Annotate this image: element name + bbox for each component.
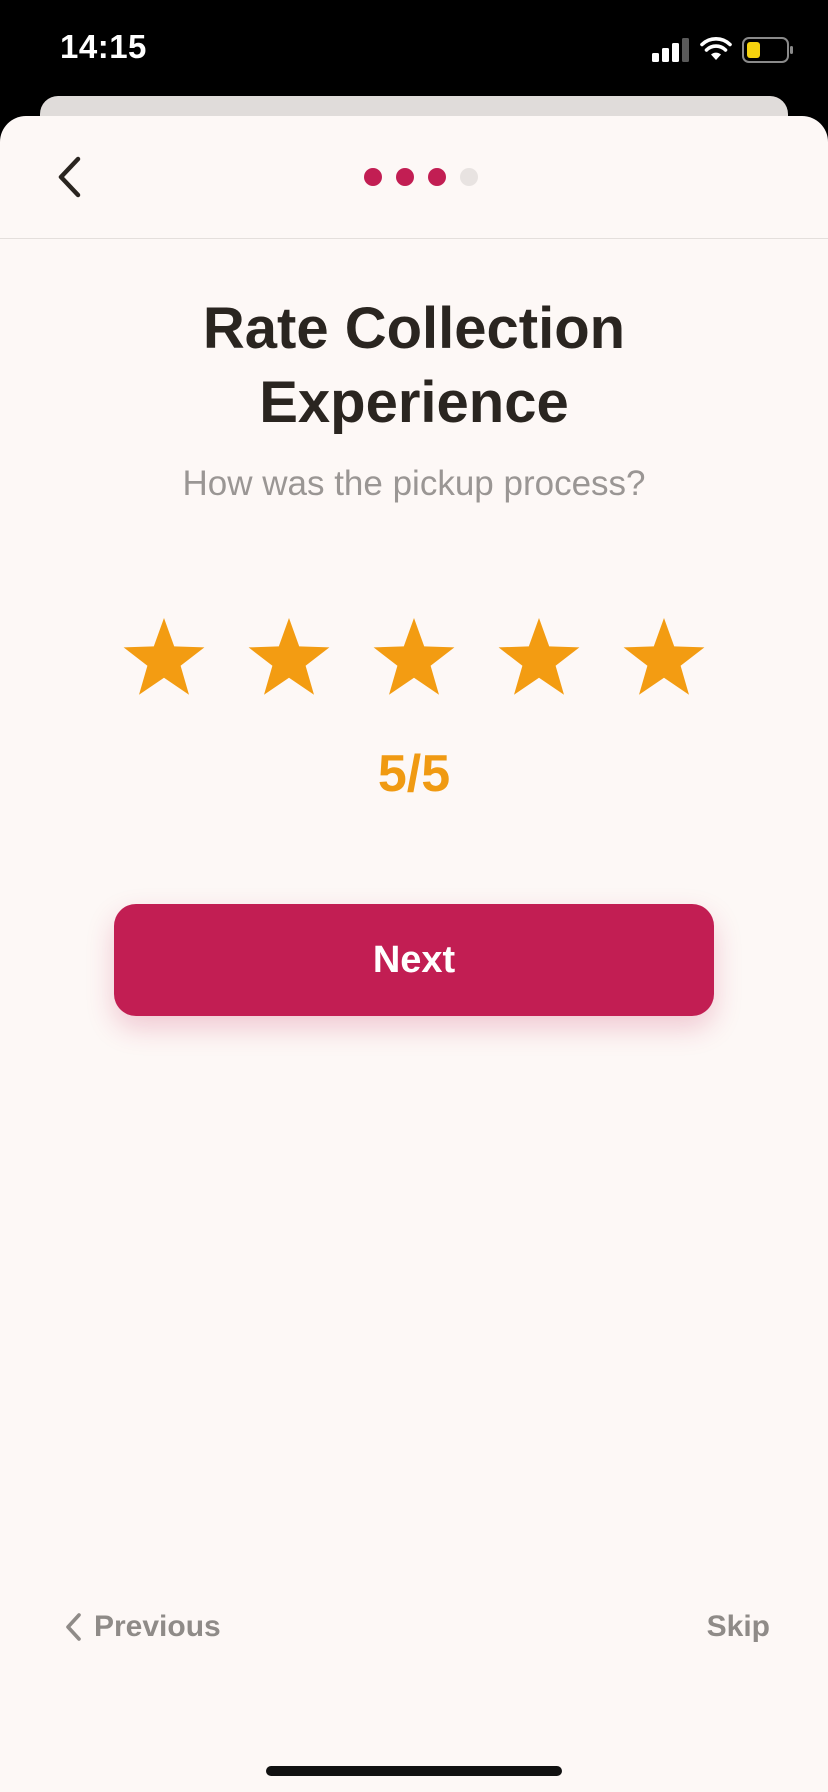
rating-sheet: Rate Collection Experience How was the p… xyxy=(0,116,828,1792)
star-icon[interactable] xyxy=(620,616,708,700)
star-icon[interactable] xyxy=(245,616,333,700)
progress-dots xyxy=(364,168,478,186)
chevron-left-icon xyxy=(66,1613,81,1641)
page-title-line-1: Rate Collection xyxy=(202,296,626,361)
progress-dot xyxy=(396,168,414,186)
previous-label: Previous xyxy=(94,1610,221,1643)
status-time: 14:15 xyxy=(60,28,147,65)
star-icon[interactable] xyxy=(120,616,208,700)
skip-button[interactable]: Skip xyxy=(707,1602,770,1652)
progress-dot xyxy=(428,168,446,186)
sheet-header xyxy=(0,116,828,239)
previous-button[interactable]: Previous xyxy=(64,1602,221,1652)
back-button[interactable] xyxy=(44,152,94,202)
home-indicator xyxy=(266,1766,562,1776)
star-icon[interactable] xyxy=(495,616,583,700)
rating-value: 5/5 xyxy=(377,745,451,803)
progress-dot xyxy=(460,168,478,186)
page-subtitle: How was the pickup process? xyxy=(182,464,646,503)
progress-dot xyxy=(364,168,382,186)
signal-icon xyxy=(652,38,689,62)
wifi-icon xyxy=(700,37,732,60)
screen: 14:15 Rate Collection Experience How was… xyxy=(0,0,828,1792)
page-title: Rate Collection Experience xyxy=(0,292,828,440)
star-icon[interactable] xyxy=(370,616,458,700)
star-rating xyxy=(120,616,708,700)
status-bar: 14:15 xyxy=(0,0,828,100)
next-button[interactable]: Next xyxy=(114,904,714,1016)
battery-icon xyxy=(742,37,793,63)
page-title-line-2: Experience xyxy=(259,370,569,435)
chevron-left-icon xyxy=(58,156,81,198)
